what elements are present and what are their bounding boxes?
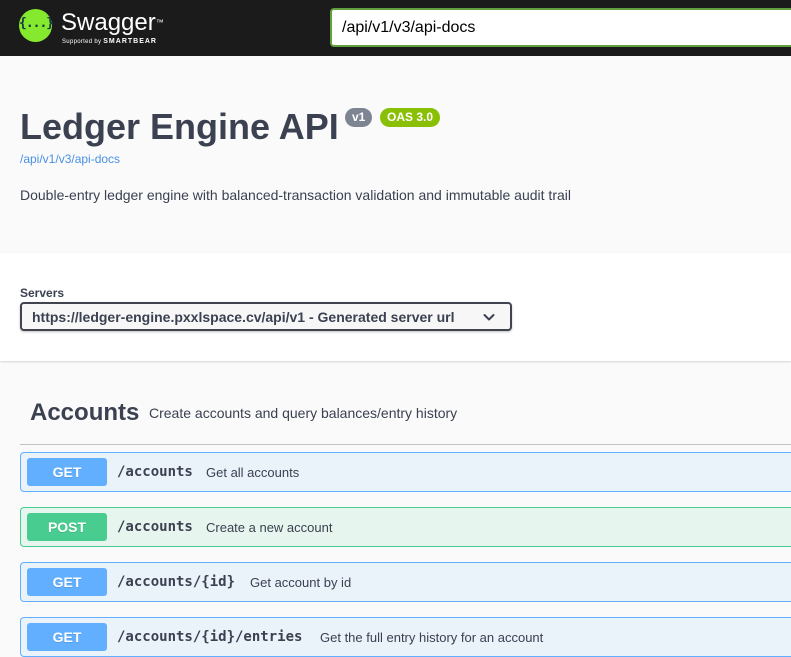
tag-header-accounts[interactable]: Accounts Create accounts and query balan… <box>20 390 791 445</box>
brand-supported-by: Supported by SMARTBEAR <box>62 38 157 46</box>
page-title: Ledger Engine API <box>20 106 339 147</box>
operation-summary: Get account by id <box>250 575 352 590</box>
server-select[interactable]: https://ledger-engine.pxxlspace.cv/api/v… <box>20 302 512 331</box>
api-description: Double-entry ledger engine with balanced… <box>20 187 571 203</box>
topbar: {...} Swagger™ Supported by SMARTBEAR <box>0 0 791 56</box>
operation-get-accounts[interactable]: GET /accounts Get all accounts <box>20 452 791 492</box>
server-select-value: https://ledger-engine.pxxlspace.cv/api/v… <box>32 309 455 325</box>
operation-path: /accounts <box>117 464 193 480</box>
operation-path: /accounts <box>117 519 193 535</box>
brand-sub-company: SMARTBEAR <box>103 38 157 45</box>
operation-get-account-entries[interactable]: GET /accounts/{id}/entries Get the full … <box>20 617 791 657</box>
brand-sub-prefix: Supported by <box>62 39 102 45</box>
brand-trademark: ™ <box>155 18 164 27</box>
operation-post-accounts[interactable]: POST /accounts Create a new account <box>20 507 791 547</box>
version-badge: v1 <box>345 108 373 127</box>
oas-badge: OAS 3.0 <box>380 108 441 127</box>
operation-summary: Create a new account <box>206 520 333 535</box>
method-badge: GET <box>27 458 107 486</box>
operation-summary: Get all accounts <box>206 465 300 480</box>
method-badge: POST <box>27 513 107 541</box>
operation-summary: Get the full entry history for an accoun… <box>320 630 544 645</box>
tag-name: Accounts <box>30 399 140 426</box>
operation-path: /accounts/{id} <box>117 574 236 590</box>
servers-label: Servers <box>20 286 65 300</box>
api-url-input[interactable] <box>330 8 791 47</box>
swagger-logo-icon[interactable]: {...} <box>19 9 54 42</box>
chevron-down-icon <box>483 314 495 321</box>
brand-name-text: Swagger <box>61 9 156 36</box>
api-docs-link[interactable]: /api/v1/v3/api-docs <box>20 152 120 166</box>
operation-path: /accounts/{id}/entries <box>117 629 303 645</box>
operation-get-account-by-id[interactable]: GET /accounts/{id} Get account by id <box>20 562 791 602</box>
method-badge: GET <box>27 568 107 596</box>
tag-description: Create accounts and query balances/entry… <box>149 405 458 421</box>
method-badge: GET <box>27 623 107 651</box>
swagger-logo-glyph: {...} <box>19 16 54 31</box>
brand-name[interactable]: Swagger™ <box>61 10 164 36</box>
